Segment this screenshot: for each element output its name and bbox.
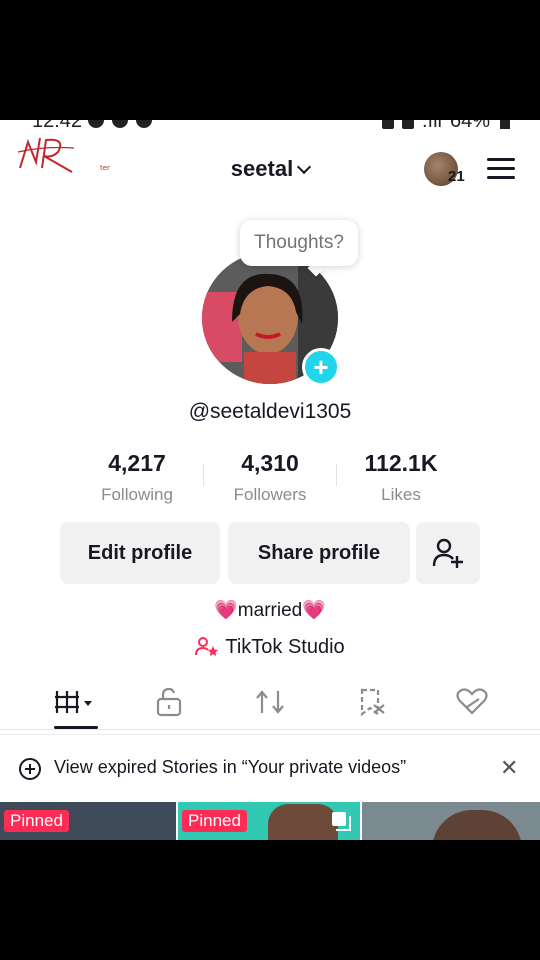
liked-heart-icon	[456, 688, 488, 715]
likes-count: 112.1K	[364, 450, 438, 476]
add-story-button[interactable]: +	[302, 348, 340, 386]
video-thumbnail[interactable]: Pinned	[178, 802, 360, 840]
repost-icon	[256, 690, 284, 714]
add-person-icon	[432, 538, 463, 568]
following-count: 4,217	[108, 450, 166, 476]
notification-icons	[88, 120, 152, 128]
expired-stories-banner[interactable]: View expired Stories in “Your private vi…	[0, 734, 540, 800]
profile-screen: 12:42 .ıll 64% ter seetal 21 Thoughts? +…	[0, 120, 540, 840]
video-thumbnail[interactable]	[362, 802, 540, 840]
close-icon[interactable]: ✕	[500, 755, 518, 781]
video-thumbnail[interactable]: Pinned	[0, 802, 176, 840]
menu-icon[interactable]	[487, 158, 515, 180]
studio-label: TikTok Studio	[225, 636, 345, 658]
username: @seetaldevi1305	[188, 400, 352, 423]
tabs-divider	[0, 729, 540, 730]
battery-percent: 64%	[449, 120, 490, 132]
thoughts-bubble[interactable]: Thoughts?	[240, 220, 358, 266]
followers-label: Followers	[233, 485, 307, 504]
thoughts-prompt: Thoughts?	[254, 232, 344, 253]
profile-bio: 💗married💗	[214, 600, 326, 621]
notification-count: 21	[448, 168, 465, 185]
tiktok-icon	[112, 120, 128, 128]
signal-icon: .ıll	[421, 120, 442, 132]
videos-grid-icon	[55, 691, 92, 713]
banner-text: View expired Stories in “Your private vi…	[54, 757, 407, 777]
followers-count: 4,310	[241, 450, 299, 476]
stat-followers[interactable]: 4,310 Followers	[200, 450, 340, 505]
stat-following[interactable]: 4,217 Following	[67, 450, 207, 505]
tab-private[interactable]	[149, 686, 189, 718]
share-profile-button[interactable]: Share profile	[228, 522, 410, 584]
chevron-down-icon	[297, 159, 312, 175]
story-add-icon	[19, 758, 41, 780]
profile-display-name: seetal	[230, 156, 294, 181]
private-lock-icon	[156, 687, 182, 717]
likes-label: Likes	[381, 485, 421, 504]
pinned-badge: Pinned	[4, 810, 69, 832]
tab-videos[interactable]	[54, 686, 98, 718]
pinned-badge: Pinned	[182, 810, 247, 832]
tab-liked[interactable]	[452, 686, 492, 718]
stat-likes[interactable]: 112.1K Likes	[331, 450, 471, 505]
messenger-icon	[88, 120, 104, 128]
edit-profile-button[interactable]: Edit profile	[60, 522, 220, 584]
favorites-icon	[360, 688, 385, 717]
add-friends-button[interactable]	[416, 522, 480, 584]
studio-icon	[195, 637, 219, 656]
tab-reposts[interactable]	[250, 686, 290, 718]
status-right: .ıll 64%	[381, 120, 510, 133]
alarm-icon	[401, 120, 414, 129]
multi-photo-icon	[332, 812, 351, 831]
following-label: Following	[101, 485, 173, 504]
sim-icon	[381, 120, 394, 129]
tab-favorites[interactable]	[352, 686, 392, 718]
battery-icon	[500, 120, 510, 129]
snapchat-icon	[136, 120, 152, 128]
tiktok-studio-link[interactable]: TikTok Studio	[0, 636, 540, 659]
